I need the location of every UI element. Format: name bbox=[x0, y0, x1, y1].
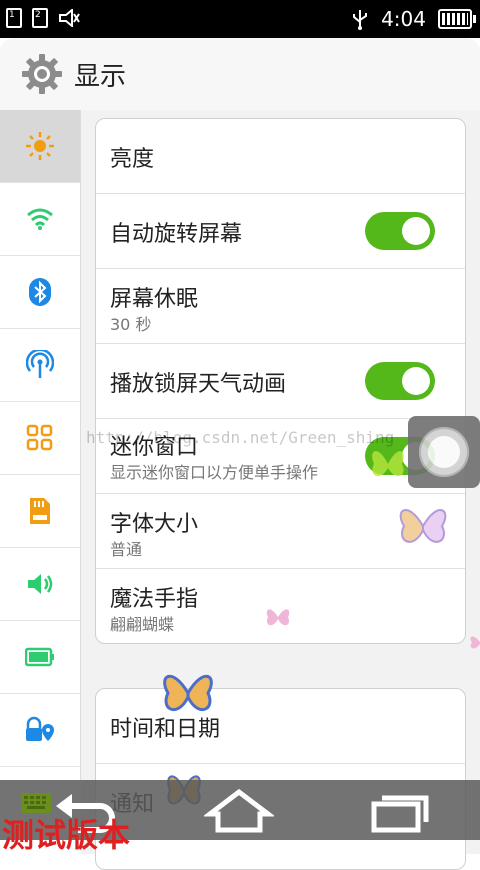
wifi-icon bbox=[27, 208, 53, 230]
bluetooth-icon bbox=[29, 278, 51, 306]
clock: 4:04 bbox=[381, 7, 426, 31]
butterfly-icon bbox=[470, 636, 480, 649]
sidebar-item-apps[interactable] bbox=[0, 402, 80, 475]
sd-card-icon bbox=[30, 498, 50, 524]
lock-location-icon bbox=[26, 716, 54, 741]
sidebar-item-sound[interactable] bbox=[0, 548, 80, 621]
brightness-icon bbox=[26, 132, 54, 160]
sidebar-item-security-location[interactable] bbox=[0, 694, 80, 767]
page-title: 显示 bbox=[74, 62, 127, 92]
sidebar-item-bluetooth[interactable] bbox=[0, 256, 80, 329]
display-settings-card: 亮度 自动旋转屏幕 屏幕休眠 30 秒 播放锁屏天气动画 迷你窗口 显示迷你窗口… bbox=[95, 118, 466, 644]
sidebar-item-storage[interactable] bbox=[0, 475, 80, 548]
magic-finger-value: 翩翩蝴蝶 bbox=[110, 615, 175, 634]
sidebar-item-hotspot[interactable] bbox=[0, 329, 80, 402]
brightness-label: 亮度 bbox=[110, 147, 155, 172]
magic-finger-label: 魔法手指 bbox=[110, 587, 199, 612]
floating-assistive-button[interactable] bbox=[408, 416, 480, 488]
auto-rotate-label: 自动旋转屏幕 bbox=[110, 222, 243, 247]
auto-rotate-toggle[interactable] bbox=[365, 212, 435, 250]
recent-apps-icon[interactable] bbox=[364, 788, 434, 834]
usb-icon bbox=[353, 10, 368, 30]
brightness-row[interactable]: 亮度 bbox=[96, 119, 465, 194]
font-size-label: 字体大小 bbox=[110, 512, 199, 537]
apps-grid-icon bbox=[26, 424, 53, 451]
mute-icon bbox=[59, 9, 80, 27]
url-watermark: http://blog.csdn.net/Green_shing bbox=[86, 428, 395, 447]
sidebar-item-battery[interactable] bbox=[0, 621, 80, 694]
screen-sleep-value: 30 秒 bbox=[110, 315, 152, 334]
home-icon[interactable] bbox=[204, 788, 274, 834]
butterfly-icon bbox=[372, 451, 404, 477]
sidebar-item-display[interactable] bbox=[0, 110, 80, 183]
lock-weather-label: 播放锁屏天气动画 bbox=[110, 372, 287, 397]
hotspot-icon bbox=[26, 350, 54, 378]
lock-weather-row[interactable]: 播放锁屏天气动画 bbox=[96, 344, 465, 419]
test-version-label: 测试版本 bbox=[2, 816, 131, 854]
datetime-card: 时间和日期 通知 bbox=[95, 688, 466, 870]
sidebar-item-wifi[interactable] bbox=[0, 183, 80, 256]
status-left-icons: 1 2 bbox=[6, 8, 80, 28]
screen-sleep-row[interactable]: 屏幕休眠 30 秒 bbox=[96, 269, 465, 344]
screen-sleep-label: 屏幕休眠 bbox=[110, 287, 199, 312]
status-right-icons: 4:04 bbox=[351, 7, 476, 31]
font-size-value: 普通 bbox=[110, 540, 143, 559]
mini-window-desc: 显示迷你窗口以方便单手操作 bbox=[110, 463, 319, 482]
settings-category-sidebar bbox=[0, 110, 81, 780]
battery-icon bbox=[25, 647, 54, 667]
datetime-row[interactable]: 时间和日期 bbox=[96, 689, 465, 764]
sim2-icon: 2 bbox=[32, 8, 48, 28]
butterfly-icon bbox=[399, 509, 447, 543]
auto-rotate-row[interactable]: 自动旋转屏幕 bbox=[96, 194, 465, 269]
volume-icon bbox=[28, 574, 53, 594]
lock-weather-toggle[interactable] bbox=[365, 362, 435, 400]
battery-icon bbox=[438, 9, 476, 29]
sim1-icon: 1 bbox=[6, 8, 22, 28]
butterfly-icon bbox=[266, 609, 290, 626]
app-header: 显示 bbox=[0, 38, 480, 111]
settings-gear-icon bbox=[22, 54, 62, 94]
status-bar: 1 2 4:04 bbox=[0, 0, 480, 38]
butterfly-icon bbox=[163, 674, 213, 711]
